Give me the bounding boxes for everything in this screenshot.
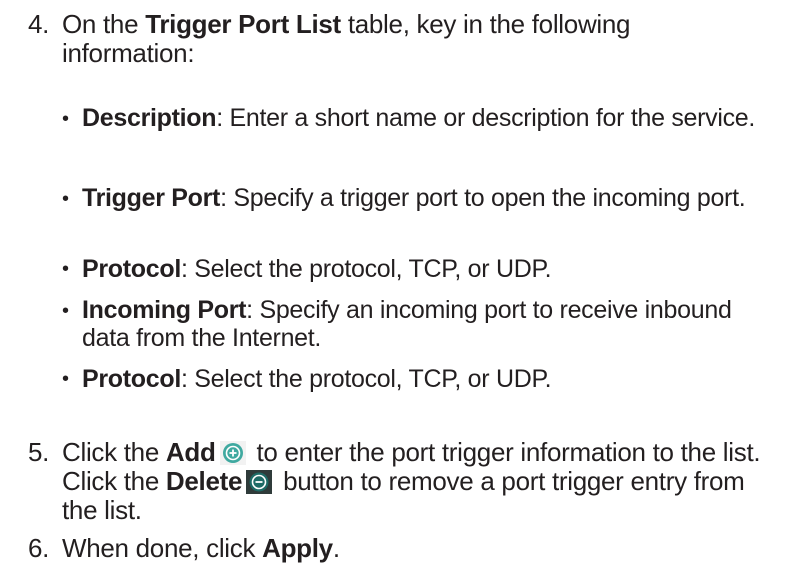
field-term: Protocol — [82, 255, 181, 283]
field-desc: : Enter a short name or description for … — [216, 104, 756, 132]
step-text: When done, click Apply. — [62, 533, 340, 563]
field-desc: : Select the protocol, TCP, or UDP. — [181, 255, 552, 283]
trigger-port-list-term: Trigger Port List — [145, 9, 341, 39]
step-number: 6. — [28, 533, 50, 563]
bullet-dot: • — [62, 368, 69, 390]
bullet-dot: • — [62, 300, 69, 322]
bullet-dot: • — [62, 188, 69, 210]
bullet-dot: • — [62, 108, 69, 130]
step-text: Click the Add to enter the port trigger … — [62, 437, 761, 525]
field-term: Trigger Port — [82, 184, 221, 212]
apply-term: Apply — [262, 533, 333, 563]
field-desc: : Specify a trigger port to open the inc… — [220, 184, 746, 212]
bullet-dot: • — [62, 258, 69, 280]
delete-circle-icon — [246, 470, 273, 494]
step-text: On the Trigger Port List table, key in t… — [62, 9, 631, 68]
field-term: Protocol — [82, 365, 181, 393]
manual-page: 4. On the Trigger Port List table, key i… — [0, 0, 800, 582]
field-term: Incoming Port — [82, 296, 247, 324]
add-term: Add — [165, 437, 216, 467]
add-circle-icon — [219, 441, 246, 465]
step-number: 5. — [28, 437, 50, 467]
field-desc: : Select the protocol, TCP, or UDP. — [181, 365, 552, 393]
step-number: 4. — [28, 9, 50, 39]
delete-term: Delete — [165, 466, 243, 496]
field-term: Description — [82, 104, 217, 132]
